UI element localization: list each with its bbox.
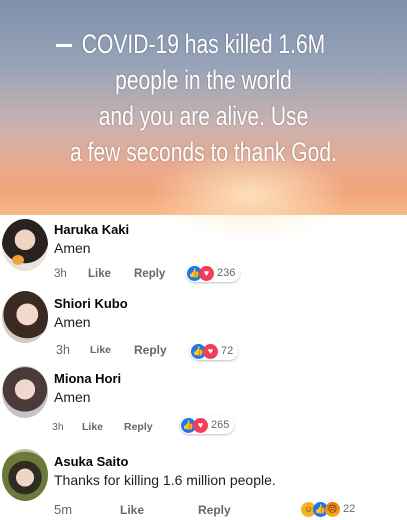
comment-bubble: Miona Hori Amen	[52, 364, 132, 414]
reaction-summary[interactable]: 👍 ♥ 72	[190, 342, 239, 360]
angry-face-icon: ☹	[325, 501, 340, 517]
comment-text: Amen	[54, 389, 91, 405]
reply-button[interactable]: Reply	[134, 266, 165, 282]
comment-bubble: Haruka Kaki Amen	[52, 215, 140, 265]
comment-item: Miona Hori Amen 3h Like Reply 👍 ♥ 265	[0, 364, 407, 440]
heart-icon: ♥	[199, 265, 214, 281]
comment-author[interactable]: Asuka Saito	[54, 453, 276, 471]
like-button[interactable]: Like	[82, 419, 103, 435]
avatar[interactable]	[2, 291, 48, 343]
comment-bubble: Shiori Kubo Amen	[52, 289, 138, 339]
comment-text: Thanks for killing 1.6 million people.	[54, 472, 276, 488]
avatar[interactable]	[2, 366, 48, 418]
reaction-count: 22	[343, 503, 356, 516]
post-image-caption: COVID-19 has killed 1.6M people in the w…	[60, 26, 346, 170]
comment-bubble: Asuka Saito Thanks for killing 1.6 milli…	[52, 447, 286, 497]
comment-author[interactable]: Haruka Kaki	[54, 221, 129, 239]
like-button[interactable]: Like	[88, 266, 111, 282]
avatar-detail	[12, 255, 24, 265]
caption-line: and you are alive. Use	[98, 101, 309, 131]
post-image: COVID-19 has killed 1.6M people in the w…	[0, 0, 407, 240]
reaction-count: 265	[211, 419, 230, 432]
comment-text: Amen	[54, 314, 91, 330]
heart-icon: ♥	[193, 417, 208, 433]
like-button[interactable]: Like	[120, 502, 144, 518]
avatar[interactable]	[2, 449, 48, 501]
reply-button[interactable]: Reply	[134, 342, 167, 358]
comment-time[interactable]: 3h	[52, 419, 64, 435]
comment-author[interactable]: Shiori Kubo	[54, 295, 128, 313]
comment-item: Shiori Kubo Amen 3h Like Reply 👍 ♥ 72	[0, 289, 407, 363]
reaction-count: 236	[217, 267, 236, 280]
caption-line: COVID-19 has killed 1.6M	[81, 29, 326, 59]
reaction-summary[interactable]: 👍 ♥ 265	[180, 416, 235, 434]
reply-button[interactable]: Reply	[198, 502, 231, 518]
reaction-summary[interactable]: ☺ 👍 ☹ 22	[300, 500, 361, 518]
comment-text: Amen	[54, 240, 91, 256]
reply-button[interactable]: Reply	[124, 419, 153, 435]
avatar[interactable]	[2, 219, 48, 271]
like-button[interactable]: Like	[90, 342, 111, 358]
comment-item: Asuka Saito Thanks for killing 1.6 milli…	[0, 447, 407, 520]
comment-time[interactable]: 3h	[56, 342, 70, 358]
comment-time[interactable]: 3h	[54, 266, 67, 282]
caption-line: people in the world	[115, 65, 292, 95]
caption-line: a few seconds to thank God.	[70, 137, 337, 167]
comment-author[interactable]: Miona Hori	[54, 370, 121, 388]
heart-icon: ♥	[203, 343, 218, 359]
reaction-count: 72	[221, 345, 234, 358]
comment-time[interactable]: 5m	[54, 502, 72, 518]
reaction-summary[interactable]: 👍 ♥ 236	[186, 264, 241, 282]
comment-item: Haruka Kaki Amen 3h Like Reply 👍 ♥ 236	[0, 215, 407, 287]
